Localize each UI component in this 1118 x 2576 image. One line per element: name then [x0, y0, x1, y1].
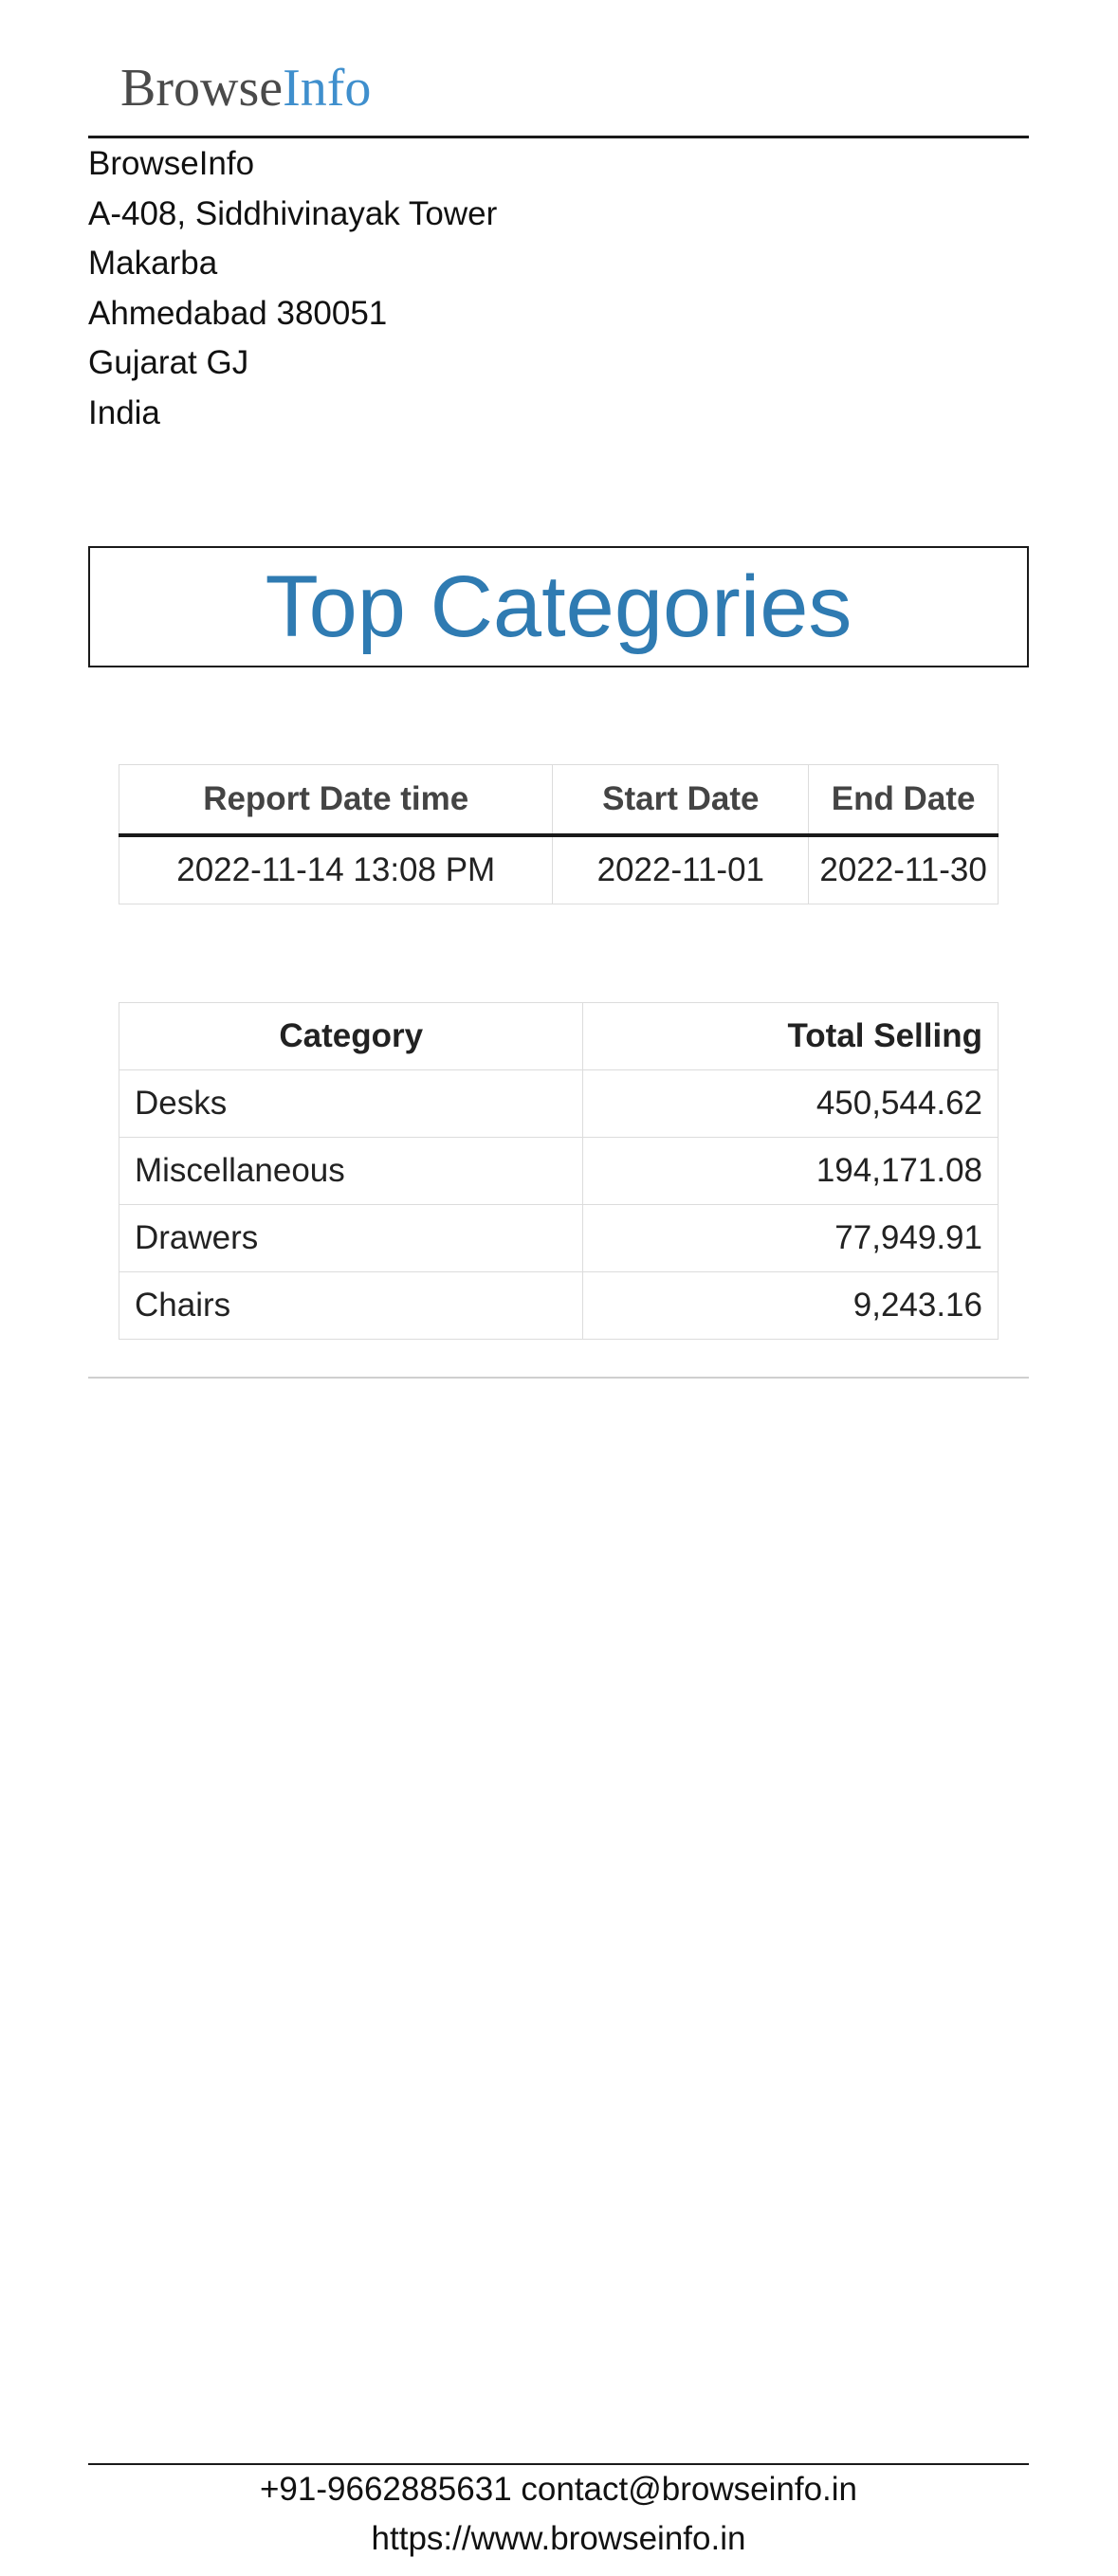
header-end-date: End Date [808, 764, 999, 837]
report-title-box: Top Categories [88, 546, 1029, 667]
footer-email: contact@browseinfo.in [521, 2471, 858, 2508]
page-footer: +91-9662885631 contact@browseinfo.in htt… [88, 2465, 1029, 2564]
category-name: Miscellaneous [118, 1137, 584, 1205]
company-logo: BrowseInfo [120, 55, 371, 121]
table-header-row: Report Date time Start Date End Date [118, 764, 999, 837]
header-category: Category [118, 1002, 584, 1070]
report-info-table: Report Date time Start Date End Date 202… [118, 764, 999, 904]
report-page: BrowseInfo BrowseInfo A-408, Siddhivinay… [88, 0, 1029, 2576]
category-total: 77,949.91 [582, 1204, 999, 1272]
header-total-selling: Total Selling [582, 1002, 999, 1070]
address-line: Makarba [88, 245, 218, 282]
header-divider [88, 136, 1029, 138]
table-header-row: Category Total Selling [118, 1002, 999, 1070]
category-sales-table: Category Total Selling Desks 450,544.62 … [118, 1002, 999, 1340]
category-name: Chairs [118, 1271, 584, 1340]
table-row: Miscellaneous 194,171.08 [118, 1137, 999, 1205]
table-row: Chairs 9,243.16 [118, 1271, 999, 1340]
company-name: BrowseInfo [88, 145, 255, 182]
footer-contact-line: +91-9662885631 contact@browseinfo.in [88, 2465, 1029, 2514]
address-line: Ahmedabad 380051 [88, 294, 388, 332]
category-name: Desks [118, 1069, 584, 1138]
start-date-value: 2022-11-01 [552, 834, 810, 904]
address-line: India [88, 393, 160, 431]
address-line: Gujarat GJ [88, 344, 249, 381]
header-start-date: Start Date [552, 764, 810, 837]
table-row: Drawers 77,949.91 [118, 1204, 999, 1272]
category-name: Drawers [118, 1204, 584, 1272]
end-date-value: 2022-11-30 [808, 834, 999, 904]
report-date-time-value: 2022-11-14 13:08 PM [118, 834, 554, 904]
logo-text-browse: Browse [120, 59, 284, 118]
logo-text-info: Info [283, 59, 372, 118]
report-title: Top Categories [265, 558, 852, 655]
table-row: 2022-11-14 13:08 PM 2022-11-01 2022-11-3… [118, 834, 999, 904]
footer-phone: +91-9662885631 [259, 2471, 512, 2508]
company-address: BrowseInfo A-408, Siddhivinayak Tower Ma… [88, 139, 497, 438]
category-total: 9,243.16 [582, 1271, 999, 1340]
content-divider [88, 1377, 1029, 1379]
category-total: 194,171.08 [582, 1137, 999, 1205]
header-report-date-time: Report Date time [118, 764, 554, 837]
table-row: Desks 450,544.62 [118, 1069, 999, 1138]
category-total: 450,544.62 [582, 1069, 999, 1138]
address-line: A-408, Siddhivinayak Tower [88, 194, 498, 232]
footer-website: https://www.browseinfo.in [371, 2520, 746, 2557]
